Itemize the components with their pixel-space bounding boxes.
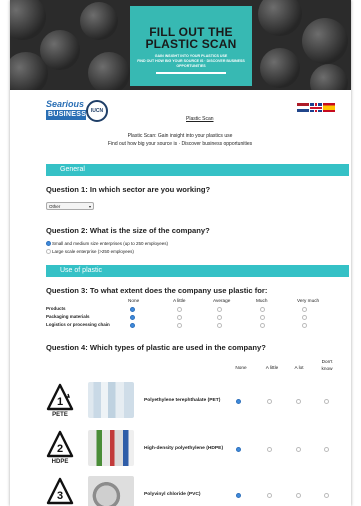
searious-business-logo: Searious BUSINESS [46,100,86,120]
q4-radio[interactable] [324,399,329,404]
recycle-triangle-icon: 3 [46,477,74,505]
intro-text: Plastic Scan: Gain insight into your pla… [60,132,300,148]
banner-divider [156,72,226,74]
radio-button[interactable] [46,249,51,255]
q3-row-label: Packaging materials [46,314,90,319]
recycle-code-label: PETE [52,412,68,418]
q4-radio[interactable] [236,399,241,404]
bottle-cap-image [10,0,46,40]
plastic-type-label: Polyethylene terephthalate (PET) [144,398,221,403]
question-3: Question 3: To what extent does the comp… [46,286,268,295]
q4-radio[interactable] [267,399,272,404]
q3-radio[interactable] [177,306,182,312]
plastic-type-label: Polyvinyl chloride (PVC) [144,492,201,497]
logo-bottom-text: BUSINESS [46,110,87,120]
recycle-code-1-icon: 1 PETE [46,383,74,427]
q4-col-dont-know: Don't know [321,359,333,371]
plastic-type-label: High-density polyethylene (HDPE) [144,446,224,451]
q3-radio[interactable] [217,314,222,320]
bottle-cap-image [260,48,300,88]
q4-radio[interactable] [324,493,329,498]
q3-row-label: Logistics or processing chain [46,322,110,327]
q3-row-label: Products [46,306,66,311]
q3-radio[interactable] [130,322,135,328]
q3-col-a-little: A little [173,298,186,303]
question-2: Question 2: What is the size of the comp… [46,226,210,235]
recycle-code-3-icon: 3 [46,477,74,506]
banner-card: FILL OUT THE PLASTIC SCAN GAIN INSIGHT I… [130,6,252,86]
option-label: Small and medium size enterprises (up to… [52,241,169,246]
logo-top-text: Searious [46,99,85,109]
section-use-of-plastic: Use of plastic [46,265,349,277]
q4-radio[interactable] [267,493,272,498]
svg-text:1: 1 [57,396,63,408]
q3-radio[interactable] [217,322,222,328]
q4-radio[interactable] [236,493,241,498]
q4-radio[interactable] [296,493,301,498]
pvc-pipes-image [88,476,134,506]
language-switcher [296,103,335,121]
survey-page: FILL OUT THE PLASTIC SCAN GAIN INSIGHT I… [10,0,351,506]
banner-sub-line2: FIND OUT HOW BIG YOUR SOURCE IS · DISCOV… [137,59,245,68]
pet-bottles-image [88,382,134,418]
recycle-triangle-icon: 2 [46,430,74,458]
q3-radio[interactable] [217,306,222,312]
option-label: Large scale enterprise (>250 employees) [52,249,134,254]
banner-title: FILL OUT THE PLASTIC SCAN [130,26,252,50]
q4-radio[interactable] [296,447,301,452]
company-size-option[interactable]: Large scale enterprise (>250 employees) [46,249,134,255]
bottle-cap-image [310,64,348,90]
q3-radio[interactable] [302,322,307,328]
q3-radio[interactable] [260,314,265,320]
q4-col-none: None [235,365,247,370]
hero-banner: FILL OUT THE PLASTIC SCAN GAIN INSIGHT I… [10,0,351,90]
q3-radio[interactable] [130,314,135,320]
bottle-cap-image [258,0,302,36]
chevron-down-icon: ▾ [88,204,91,209]
q4-radio[interactable] [324,447,329,452]
svg-text:2: 2 [57,443,63,455]
q3-col-average: Average [213,298,231,303]
q3-radio[interactable] [260,322,265,328]
q4-radio[interactable] [296,399,301,404]
q3-radio[interactable] [260,306,265,312]
flag-en-icon[interactable] [310,103,322,112]
banner-subtitle: GAIN INSIGHT INTO YOUR PLASTICS USE FIND… [130,54,252,69]
q4-radio[interactable] [267,447,272,452]
recycle-triangle-icon: 1 [46,383,74,411]
intro-line2: Find out how big your source is · Discov… [107,141,253,147]
q4-col-a-little: A little [265,365,279,370]
svg-text:3: 3 [57,490,63,502]
section-general: General [46,164,349,176]
flag-es-icon[interactable] [323,103,335,112]
q3-radio[interactable] [177,322,182,328]
page-title: Plastic Scan [186,116,214,122]
recycle-code-label: HDPE [51,459,69,465]
q3-radio[interactable] [177,314,182,320]
hdpe-containers-image [88,430,134,466]
sector-select[interactable]: Other ▾ [46,202,94,210]
sector-select-value: Other [49,204,61,209]
company-size-option[interactable]: Small and medium size enterprises (up to… [46,241,168,247]
q3-radio[interactable] [302,314,307,320]
flag-nl-icon[interactable] [297,103,309,112]
intro-line1: Plastic Scan: Gain insight into your pla… [127,133,233,139]
q4-col-a-lot: A lot [294,365,304,370]
question-1: Question 1: In which sector are you work… [46,185,211,194]
recycle-code-2-icon: 2 HDPE [46,430,74,474]
bottle-cap-image [88,52,130,90]
q3-col-much: Much [256,298,268,303]
banner-title-line2: PLASTIC SCAN [145,37,237,51]
radio-button[interactable] [46,241,51,247]
q3-col-none: None [128,298,140,303]
q4-radio[interactable] [236,447,241,452]
q3-col-very-much: Very much [297,298,320,303]
bottle-cap-image [80,2,118,40]
question-4: Question 4: Which types of plastic are u… [46,343,266,352]
q3-radio[interactable] [130,306,135,312]
q3-radio[interactable] [302,306,307,312]
bottle-cap-image [302,18,348,64]
iucn-logo: IUCN [86,100,108,122]
